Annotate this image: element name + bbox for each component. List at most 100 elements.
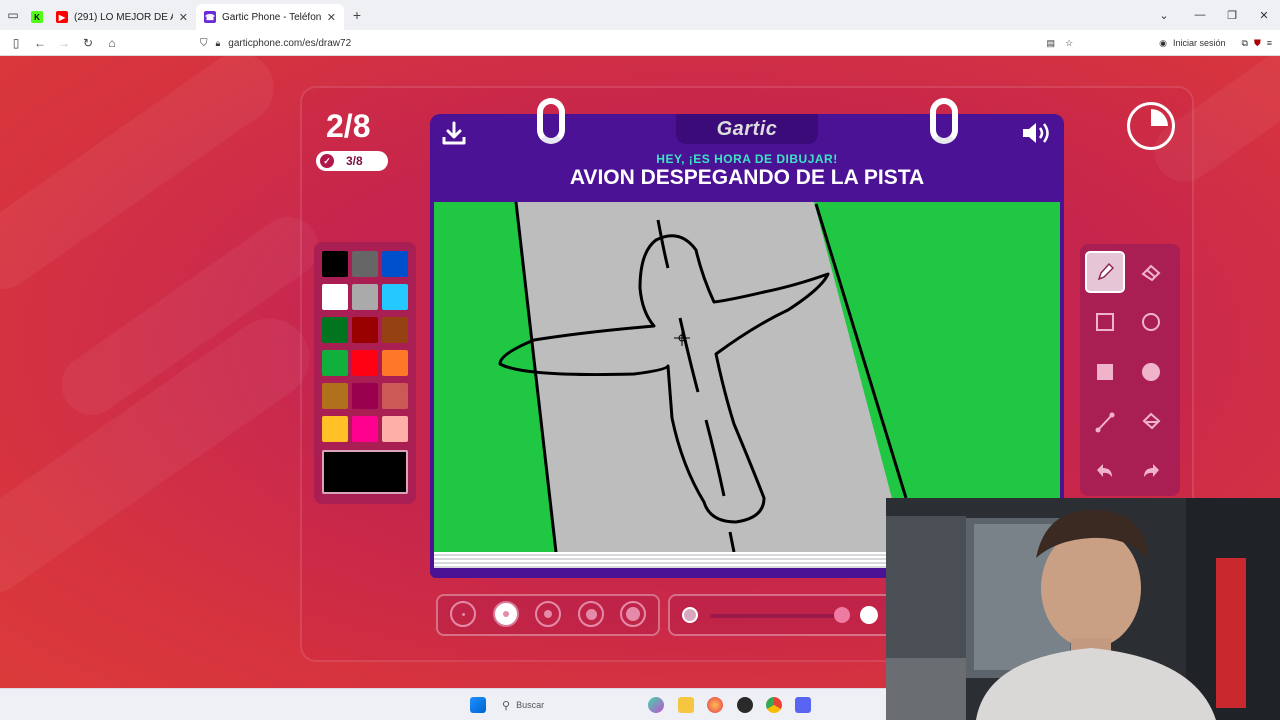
color-swatch[interactable] [352,350,378,376]
reload-icon[interactable]: ↻ [76,36,100,50]
fill-bucket-icon [1142,412,1161,430]
binder-ring-icon [537,98,565,144]
restore-icon[interactable]: ❐ [1216,9,1248,22]
tab-list-chevron-icon[interactable]: ⌄ [1144,9,1184,22]
color-swatch[interactable] [352,251,378,277]
brush-size-1[interactable] [450,601,476,627]
brush-size-3[interactable] [535,601,561,627]
color-swatch[interactable] [322,284,348,310]
close-window-icon[interactable]: ✕ [1248,9,1280,22]
tab-gartic[interactable]: ☎ Gartic Phone - Teléfono Descom ✕ [196,4,344,30]
ublock-icon[interactable]: ⛊ [1254,38,1261,49]
eraser-tool-button[interactable] [1131,251,1171,293]
pencil-icon [1097,262,1114,281]
brush-size-4[interactable] [578,601,604,627]
color-swatch[interactable] [322,251,348,277]
color-swatch[interactable] [382,251,408,277]
forward-icon[interactable]: → [52,36,76,50]
volume-icon[interactable] [1020,118,1054,148]
eraser-icon [1141,264,1161,282]
windows-start-icon[interactable] [470,697,486,713]
home-icon[interactable]: ⌂ [100,36,124,50]
color-swatch[interactable] [352,284,378,310]
search-placeholder: Buscar [516,700,545,710]
pencil-tool-button[interactable] [1085,251,1125,293]
players-done-badge: ✓ 3/8 [316,151,388,171]
rectangle-filled-tool-button[interactable] [1085,351,1125,393]
color-swatch[interactable] [352,416,378,442]
line-tool-button[interactable] [1085,401,1125,443]
color-swatch[interactable] [322,350,348,376]
opacity-min-dot [682,607,698,623]
color-swatch[interactable] [322,383,348,409]
file-explorer-icon[interactable] [678,697,694,713]
circle-filled-icon [1142,363,1160,381]
color-swatch[interactable] [382,284,408,310]
check-icon: ✓ [320,154,334,168]
binder-ring-icon [930,98,958,144]
size-dot [626,607,640,621]
tab-title: (291) LO MEJOR DE ARGENTINA [74,11,173,23]
redo-button[interactable] [1131,451,1171,493]
taskbar-search[interactable]: ⚲ Buscar [494,694,604,716]
color-swatch[interactable] [382,416,408,442]
copilot-icon[interactable] [648,697,664,713]
new-tab-button[interactable]: + [344,7,370,23]
brush-size-5[interactable] [620,601,646,627]
address-bar[interactable]: ⛉ 🔒︎ garticphone.com/es/draw72 [200,33,1060,53]
fill-bucket-tool-button[interactable] [1131,401,1171,443]
opacity-track [710,614,840,618]
reader-view-icon[interactable]: ▤ [1047,38,1056,49]
color-swatch[interactable] [352,383,378,409]
draw-hint: HEY, ¡ES HORA DE DIBUJAR! [656,152,838,166]
opacity-slider[interactable] [668,594,898,636]
brush-size-2[interactable] [493,601,519,627]
opacity-max-dot [860,606,878,624]
firefox-icon[interactable] [707,697,723,713]
size-dot [461,612,465,616]
tab-title: Gartic Phone - Teléfono Descom [222,11,321,23]
opacity-handle[interactable] [834,607,850,623]
lock-icon[interactable]: 🔒︎ [216,38,221,49]
color-swatch[interactable] [382,383,408,409]
color-swatch[interactable] [322,416,348,442]
tab-kick[interactable]: K [26,4,48,30]
rectangle-outline-tool-button[interactable] [1085,301,1125,343]
discord-icon[interactable] [795,697,811,713]
rectangle-filled-icon [1097,364,1113,380]
color-swatch[interactable] [322,317,348,343]
color-swatch[interactable] [382,350,408,376]
bookmark-star-icon[interactable]: ☆ [1065,38,1073,49]
timer-icon [1127,102,1175,150]
tab-youtube[interactable]: ▶ (291) LO MEJOR DE ARGENTINA ✕ [48,4,196,30]
close-tab-icon[interactable]: ✕ [179,11,188,24]
size-dot [503,611,509,617]
color-swatch[interactable] [382,317,408,343]
line-icon [1095,412,1115,433]
circle-outline-tool-button[interactable] [1131,301,1171,343]
download-icon[interactable] [440,120,468,148]
close-tab-icon[interactable]: ✕ [327,11,336,24]
url-text[interactable]: garticphone.com/es/draw72 [228,38,351,49]
selected-color-preview [322,450,408,494]
back-icon[interactable]: ← [28,36,52,50]
size-dot [585,608,597,620]
color-swatch[interactable] [352,317,378,343]
circle-outline-icon [1142,313,1160,331]
menu-icon[interactable]: ≡ [1267,38,1272,48]
obs-icon[interactable] [737,697,753,713]
minimize-icon[interactable]: — [1184,9,1216,21]
tab-actions-icon[interactable]: ▭ [0,0,26,30]
undo-button[interactable] [1085,451,1125,493]
youtube-icon: ▶ [56,11,68,23]
shield-icon[interactable]: ⛉ [200,38,208,49]
players-done-count: 3/8 [346,154,363,168]
extensions-icon[interactable]: ⧉ [1242,38,1248,49]
circle-filled-tool-button[interactable] [1131,351,1171,393]
sidebar-toggle-icon[interactable]: ▯ [4,36,28,50]
account-icon[interactable]: ◉ [1159,38,1167,49]
size-dot [544,610,552,618]
sign-in-button[interactable]: Iniciar sesión [1173,38,1226,48]
webcam-overlay [886,498,1280,720]
chrome-icon[interactable] [766,697,782,713]
